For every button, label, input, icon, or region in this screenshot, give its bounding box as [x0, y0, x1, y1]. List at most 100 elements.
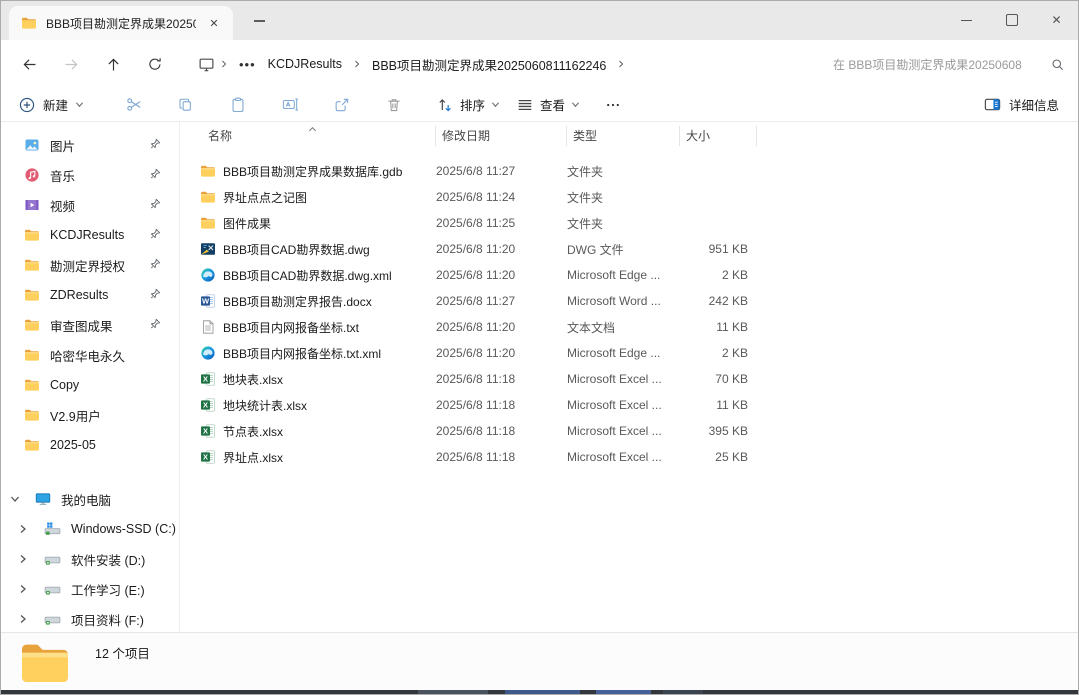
sidebar-item-drive[interactable]: 工作学习 (E:) [0, 574, 179, 604]
sort-button[interactable]: 排序 [436, 95, 500, 114]
back-button[interactable] [14, 49, 44, 79]
file-row[interactable]: X界址点.xlsx2025/6/8 11:18Microsoft Excel .… [180, 444, 1079, 470]
file-name-cell[interactable]: X节点表.xlsx [180, 423, 436, 440]
forward-button[interactable] [56, 49, 86, 79]
file-name: BBB项目勘测定界报告.docx [223, 293, 372, 310]
breadcrumb-item[interactable]: KCDJResults [262, 54, 348, 74]
column-header-name[interactable]: 名称 [180, 126, 436, 146]
file-name-cell[interactable]: X界址点.xlsx [180, 449, 436, 466]
file-name-cell[interactable]: BBB项目内网报备坐标.txt [180, 319, 436, 336]
sort-button-label: 排序 [460, 95, 485, 114]
folder-preview-icon [18, 639, 72, 685]
sidebar-item[interactable]: Copy [0, 370, 179, 400]
file-name-cell[interactable]: BBB项目CAD勘界数据.dwg [180, 241, 436, 258]
file-name-cell[interactable]: X地块统计表.xlsx [180, 397, 436, 414]
close-button[interactable]: ✕ [1034, 0, 1079, 40]
sidebar-item[interactable]: 勘测定界授权 [0, 250, 179, 280]
file-row[interactable]: 图件成果2025/6/8 11:25文件夹 [180, 210, 1079, 236]
file-list: 名称 修改日期 类型 大小 BBB项目勘测定界成果数据库.gdb2025/6/8… [180, 122, 1079, 632]
svg-text:X: X [203, 375, 208, 384]
explorer-tab[interactable]: BBB项目勘测定界成果2025060 ✕ [9, 6, 233, 40]
pictures-icon [24, 137, 40, 153]
taskbar-edge [0, 690, 1079, 695]
file-name-cell[interactable]: BBB项目勘测定界成果数据库.gdb [180, 163, 436, 180]
column-header-modified[interactable]: 修改日期 [436, 126, 567, 146]
sidebar-item[interactable]: 审查图成果 [0, 310, 179, 340]
svg-text:X: X [203, 427, 208, 436]
sidebar-item[interactable]: 2025-05 [0, 430, 179, 460]
search-input[interactable]: 在 BBB项目勘测定界成果20250608 [833, 56, 1065, 73]
file-modified: 2025/6/8 11:24 [436, 190, 567, 204]
sidebar-item[interactable]: KCDJResults [0, 220, 179, 250]
file-row[interactable]: BBB项目勘测定界成果数据库.gdb2025/6/8 11:27文件夹 [180, 158, 1079, 184]
file-row[interactable]: WBBB项目勘测定界报告.docx2025/6/8 11:27Microsoft… [180, 288, 1079, 314]
more-options-button[interactable] [598, 91, 628, 119]
chevron-right-icon[interactable] [348, 59, 366, 69]
file-name: BBB项目CAD勘界数据.dwg.xml [223, 267, 392, 284]
tab-close-icon[interactable]: ✕ [205, 14, 223, 32]
cut-button[interactable] [119, 91, 149, 119]
search-placeholder-text: 在 BBB项目勘测定界成果20250608 [833, 56, 1022, 73]
details-pane-button[interactable]: 详细信息 [983, 95, 1059, 114]
sidebar-item-this-pc[interactable]: 我的电脑 [0, 484, 179, 514]
file-name-cell[interactable]: 界址点点之记图 [180, 189, 436, 206]
chevron-down-icon [571, 100, 580, 109]
sidebar-item[interactable]: 视频 [0, 190, 179, 220]
sidebar-item-label: 我的电脑 [61, 490, 111, 509]
chevron-expanded-icon[interactable] [8, 494, 22, 504]
drive-icon [44, 581, 61, 598]
breadcrumb: ••• KCDJResults BBB项目勘测定界成果2025060811162… [198, 52, 833, 77]
breadcrumb-item-current[interactable]: BBB项目勘测定界成果2025060811162246 [366, 52, 612, 77]
file-row[interactable]: BBB项目CAD勘界数据.dwg.xml2025/6/8 11:20Micros… [180, 262, 1079, 288]
sidebar-item-drive[interactable]: 软件安装 (D:) [0, 544, 179, 574]
file-name-cell[interactable]: 图件成果 [180, 215, 436, 232]
column-header-type[interactable]: 类型 [567, 126, 680, 146]
file-row[interactable]: BBB项目内网报备坐标.txt2025/6/8 11:20文本文档11 KB [180, 314, 1079, 340]
this-pc-icon [35, 491, 51, 507]
sidebar-item[interactable]: 音乐 [0, 160, 179, 190]
sidebar-item[interactable]: V2.9用户 [0, 400, 179, 430]
file-row[interactable]: X节点表.xlsx2025/6/8 11:18Microsoft Excel .… [180, 418, 1079, 444]
chevron-right-icon[interactable] [215, 59, 233, 69]
sidebar-item-drive[interactable]: Windows-SSD (C:) [0, 514, 179, 544]
chevron-right-icon[interactable] [612, 59, 630, 69]
chevron-collapsed-icon[interactable] [16, 554, 30, 564]
folder-icon [200, 163, 216, 179]
file-modified: 2025/6/8 11:18 [436, 450, 567, 464]
file-row[interactable]: X地块表.xlsx2025/6/8 11:18Microsoft Excel .… [180, 366, 1079, 392]
sidebar-item[interactable]: ZDResults [0, 280, 179, 310]
file-row[interactable]: BBB项目CAD勘界数据.dwg2025/6/8 11:20DWG 文件951 … [180, 236, 1079, 262]
this-pc-icon[interactable] [198, 56, 215, 73]
refresh-button[interactable] [140, 49, 170, 79]
new-tab-button[interactable] [250, 12, 268, 30]
file-row[interactable]: X地块统计表.xlsx2025/6/8 11:18Microsoft Excel… [180, 392, 1079, 418]
file-name-cell[interactable]: BBB项目内网报备坐标.txt.xml [180, 345, 436, 362]
file-row[interactable]: BBB项目内网报备坐标.txt.xml2025/6/8 11:20Microso… [180, 340, 1079, 366]
up-button[interactable] [98, 49, 128, 79]
share-button[interactable] [327, 91, 357, 119]
file-name-cell[interactable]: X地块表.xlsx [180, 371, 436, 388]
chevron-collapsed-icon[interactable] [16, 524, 30, 534]
sidebar-item-drive[interactable]: 项目资料 (F:) [0, 604, 179, 632]
svg-text:X: X [203, 453, 208, 462]
sidebar-item[interactable]: 哈密华电永久 [0, 340, 179, 370]
copy-button[interactable] [171, 91, 201, 119]
column-header-size[interactable]: 大小 [680, 126, 757, 146]
chevron-collapsed-icon[interactable] [16, 584, 30, 594]
chevron-collapsed-icon[interactable] [16, 614, 30, 624]
delete-button[interactable] [379, 91, 409, 119]
file-name-cell[interactable]: BBB项目CAD勘界数据.dwg.xml [180, 267, 436, 284]
maximize-button[interactable] [989, 0, 1034, 40]
minimize-button[interactable] [944, 0, 989, 40]
view-button[interactable]: 查看 [516, 95, 580, 114]
file-name: 地块统计表.xlsx [223, 397, 307, 414]
sidebar-item[interactable]: 图片 [0, 130, 179, 160]
search-icon[interactable] [1050, 57, 1065, 72]
file-row[interactable]: 界址点点之记图2025/6/8 11:24文件夹 [180, 184, 1079, 210]
rename-button[interactable] [275, 91, 305, 119]
paste-button[interactable] [223, 91, 253, 119]
file-name-cell[interactable]: WBBB项目勘测定界报告.docx [180, 293, 436, 310]
breadcrumb-overflow-button[interactable]: ••• [233, 57, 262, 72]
sidebar-item-label: 音乐 [50, 166, 75, 185]
new-button[interactable]: 新建 [18, 95, 84, 114]
